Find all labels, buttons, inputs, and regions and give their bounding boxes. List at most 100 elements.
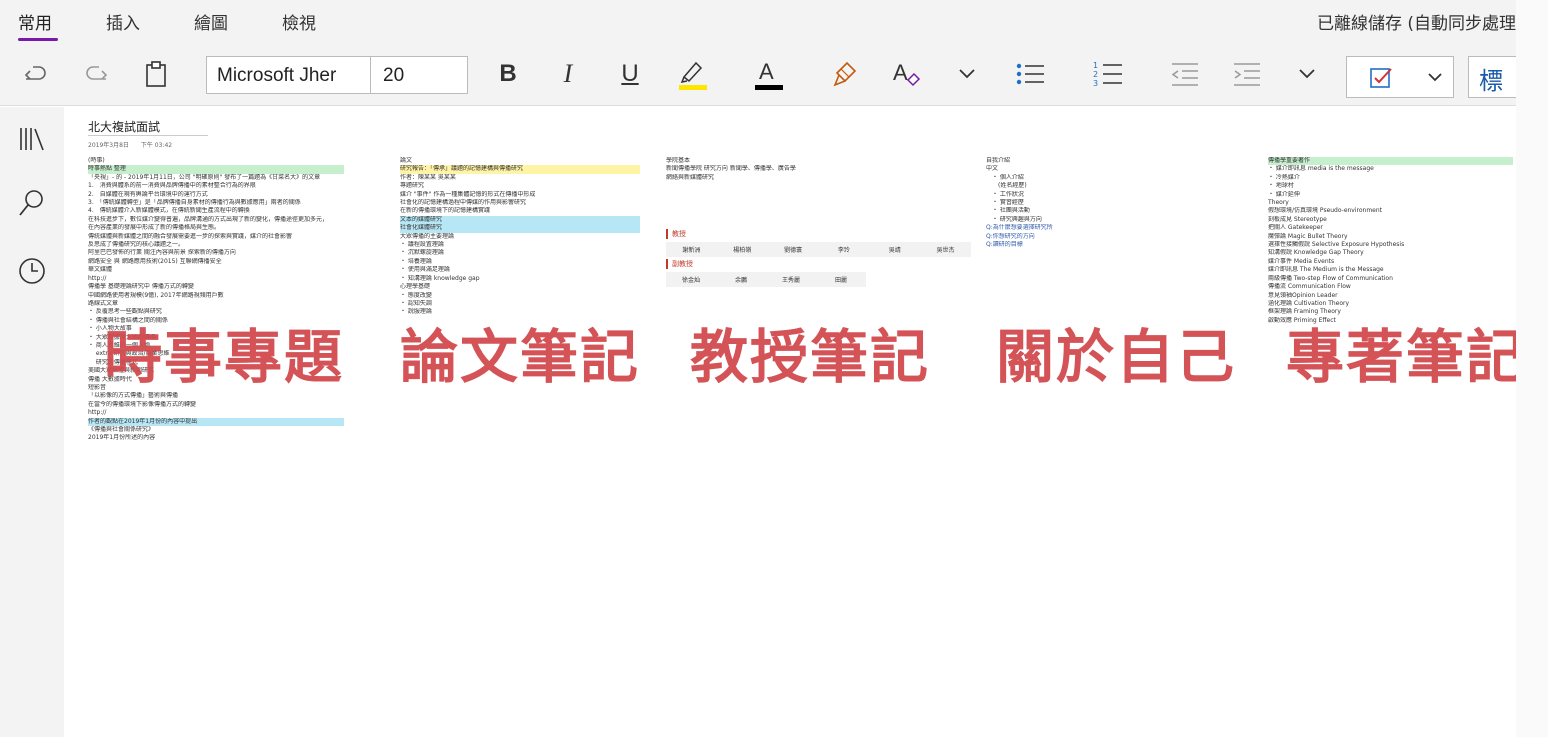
note-line: 意見領袖Opinion Leader — [1268, 291, 1338, 299]
note-line: ・ 態度改變 — [400, 291, 432, 299]
numbered-list-button[interactable]: 123 — [1088, 54, 1128, 94]
note-line: 兩級傳播 Two-step Flow of Communication — [1268, 274, 1393, 282]
tab-draw[interactable]: 繪圖 — [194, 9, 228, 34]
note-line: 涵化理論 Cultivation Theory — [1268, 299, 1350, 307]
chevron-down-icon — [1428, 73, 1442, 82]
bullet-list-button[interactable] — [1010, 54, 1050, 94]
note-line: http:// — [88, 274, 107, 282]
highlight-button[interactable] — [672, 54, 712, 94]
note-line: 時事熱點 整理 — [88, 165, 344, 174]
note-line: ・ 議程設置理論 — [400, 241, 444, 249]
note-line: 3. 「傳統媒體轉型」是「品牌傳播自身素材的傳播行為與數據應用」兩者的關係 — [88, 199, 301, 207]
note-page[interactable]: 北大複試面試 2019年3月8日 下午 03:42 (時事) 時事熱點 整理 「央視… — [64, 107, 1516, 737]
note-line: 媒介即訊息 The Medium is the Message — [1268, 266, 1384, 274]
note-line: ・ 工作狀況 — [986, 190, 1024, 198]
professor-name: 李玲 — [837, 247, 850, 254]
paste-button[interactable] — [138, 54, 174, 94]
clock-icon — [19, 258, 45, 284]
page-title[interactable]: 北大複試面試 — [88, 118, 160, 135]
note-line: 刻板成見 Stereotype — [1268, 215, 1327, 223]
note-line: 把關人 Gatekeeper — [1268, 224, 1323, 232]
clipboard-icon — [146, 61, 166, 87]
professor-name: 田麗 — [834, 277, 847, 284]
note-column-paper-notes[interactable]: 論文 研究報告：「傳承」議題的記憶建構與傳播研究 作者：陳某某 吳某某 專題研究 媒介 … — [400, 157, 640, 737]
format-painter-icon — [833, 61, 857, 87]
note-line: 社會化媒體研究 — [400, 224, 640, 233]
decrease-indent-button[interactable] — [1164, 54, 1204, 94]
note-column-about-me[interactable]: 自我介紹 中文 ・ 個人介紹 (姓名經歷) ・ 工作狀況 ・ 實習經歷 ・ 社團與… — [986, 157, 1241, 737]
search-button[interactable] — [14, 185, 50, 221]
undo-button[interactable] — [18, 54, 54, 94]
note-line: 網路安全 與 網路應用技術(2015) 互聯網傳播安全 — [88, 257, 222, 265]
todo-tag-picker[interactable] — [1346, 56, 1454, 98]
underline-button[interactable]: U — [612, 54, 648, 94]
format-painter-button[interactable] — [826, 54, 866, 94]
note-line: 魔彈論 Magic Bullet Theory — [1268, 232, 1348, 240]
note-line: 2. 自媒體在現有輿論平台環境中的運行方式 — [88, 190, 208, 198]
note-line: 傳統媒體與新媒體之間的融合發展需要進一步的探索與實踐，媒介的社會影響 — [88, 232, 293, 240]
tab-insert[interactable]: 插入 — [106, 9, 140, 34]
chevron-down-icon — [1299, 69, 1315, 79]
undo-icon — [24, 66, 46, 80]
notebooks-button[interactable] — [14, 121, 50, 157]
professor-name: 王秀麗 — [781, 277, 800, 284]
note-line: 1. 消費與體系的前一消費與品牌傳播中的素材整合行為的界限 — [88, 182, 256, 190]
professor-name: 徐金灿 — [681, 277, 700, 284]
professor-table: 教授 謝新洲 楊柏嶺 劉德寰 李玲 吳靖 吳世杰 副教授 徐金灿 余鵬 王秀麗 … — [666, 227, 971, 293]
tab-home[interactable]: 常用 — [18, 9, 52, 34]
note-line: (時事) — [88, 157, 105, 164]
svg-text:A: A — [893, 60, 908, 85]
bold-button[interactable]: B — [490, 54, 526, 94]
note-line: 知溝假說 Knowledge Gap Theory — [1268, 249, 1364, 257]
more-font-dropdown[interactable] — [950, 54, 984, 94]
note-line: 華文媒體 — [88, 266, 113, 274]
professor-name: 劉德寰 — [784, 247, 803, 254]
outdent-icon — [1171, 63, 1198, 86]
clear-format-button[interactable]: A — [886, 54, 926, 94]
ribbon-tab-bar: 常用 插入 繪圖 檢視 已離線儲存 (自動同步處理 — [0, 0, 1548, 44]
note-line: 4. 傳統媒體介入新媒體模式，在傳統新聞生產流程中的轉換 — [88, 207, 250, 215]
overlay-label-about-me: 關於自己 — [996, 323, 1237, 391]
increase-indent-button[interactable] — [1226, 54, 1266, 94]
note-column-current-affairs[interactable]: (時事) 時事熱點 整理 「央視」- 的 - 2019年1月11日，公司 "明確原則… — [88, 157, 344, 737]
scroll-edge — [1516, 0, 1548, 737]
active-tab-indicator — [18, 38, 58, 41]
sync-status-text: 已離線儲存 (自動同步處理 — [1316, 14, 1516, 34]
font-picker: Microsoft Jher 20 — [206, 56, 468, 94]
professor-name: 余鵬 — [734, 277, 747, 284]
note-line: 媒介 "事件" 作為一種集體記憶的形式在傳播中形成 — [400, 190, 536, 198]
left-navigation — [0, 107, 64, 737]
note-line: 中國網路使用者規模(9億), 2017年網路視頻用戶數 — [88, 291, 224, 299]
note-line: ・ 研究興趣與方向 — [986, 215, 1042, 223]
note-line: http:// — [88, 409, 107, 417]
note-line: 傳播學重要著作 — [1268, 157, 1513, 166]
associate-professor-header: 副教授 — [666, 259, 971, 269]
italic-button[interactable]: I — [550, 54, 586, 94]
note-line: 傳播流 Communication Flow — [1268, 283, 1351, 291]
font-color-button[interactable]: A — [748, 54, 788, 94]
note-line: ・ 個人介紹 — [986, 173, 1024, 181]
svg-text:3: 3 — [1093, 79, 1098, 88]
professor-header: 教授 — [666, 229, 971, 239]
note-line: 新聞傳播學院 研究方向 新聞學、傳播學、廣告學 — [666, 165, 796, 173]
note-line: 反思成了傳播研究的核心議題之一。 — [88, 241, 185, 249]
professor-name: 楊柏嶺 — [733, 247, 752, 254]
checkbox-tag-icon — [1370, 68, 1392, 88]
note-line: 傳播學 基礎理論研究中 傳播方式的轉變 — [88, 283, 194, 291]
professor-name: 吳世杰 — [936, 247, 955, 254]
more-paragraph-dropdown[interactable] — [1290, 54, 1324, 94]
note-line: 作者：陳某某 吳某某 — [400, 173, 456, 181]
note-line: 中文 — [986, 165, 999, 173]
note-line: ・ 使用與滿足理論 — [400, 266, 450, 274]
redo-button[interactable] — [78, 54, 114, 94]
highlighter-icon — [679, 61, 707, 90]
font-size-field[interactable]: 20 — [371, 57, 467, 93]
note-line: (姓名經歷) — [986, 182, 1027, 190]
recent-notes-button[interactable] — [14, 253, 50, 289]
tab-view[interactable]: 檢視 — [282, 9, 316, 34]
note-line: Q:讀研的目標 — [986, 241, 1023, 249]
note-line: 《傳播與社會關係研究》 — [88, 426, 155, 433]
note-line: 阿里巴巴發佈的行業 關注內容與前景 探索新的傳播方向 — [88, 249, 236, 257]
note-column-book-notes[interactable]: 傳播學重要著作・ 媒介即訊息 media is the message ・ 冷熱媒… — [1268, 157, 1513, 737]
font-name-field[interactable]: Microsoft Jher — [207, 57, 371, 93]
